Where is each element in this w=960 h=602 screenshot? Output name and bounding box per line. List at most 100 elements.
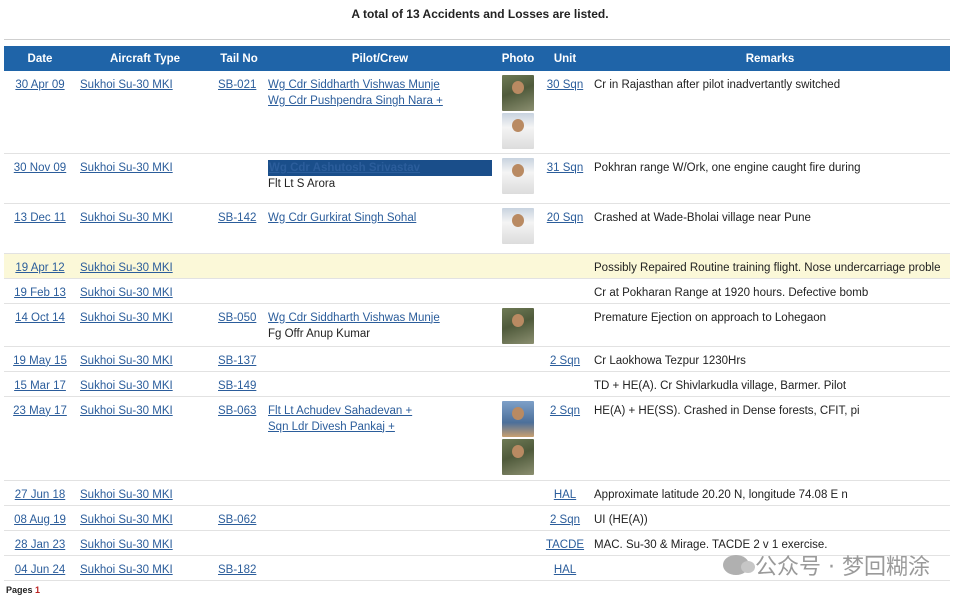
- crew-member[interactable]: Wg Cdr Pushpendra Singh Nara +: [268, 93, 492, 109]
- photo-cell: [496, 480, 540, 506]
- aircraft-link[interactable]: Sukhoi Su-30 MKI: [80, 489, 173, 501]
- accidents-table: Date Aircraft Type Tail No Pilot/Crew Ph…: [4, 46, 950, 581]
- photo-cell: [496, 278, 540, 304]
- crew-cell: [264, 371, 496, 397]
- unit-link[interactable]: TACDE: [546, 539, 584, 551]
- remarks-link: Crashed at Wade-Bholai village near Pune: [594, 211, 811, 224]
- col-header-remarks[interactable]: Remarks: [590, 46, 950, 71]
- tail-cell: [214, 530, 264, 556]
- crew-member[interactable]: Flt Lt Achudev Sahadevan +: [268, 403, 492, 419]
- col-header-tail[interactable]: Tail No: [214, 46, 264, 71]
- aircraft-link[interactable]: Sukhoi Su-30 MKI: [80, 212, 173, 224]
- tail-cell: SB-142: [214, 203, 264, 254]
- date-cell: 27 Jun 18: [4, 480, 76, 506]
- aircraft-link[interactable]: Sukhoi Su-30 MKI: [80, 380, 173, 392]
- watermark-text: 公众号 · 梦回糊涂: [755, 555, 930, 580]
- unit-link[interactable]: 30 Sqn: [547, 79, 583, 91]
- table-header-row: Date Aircraft Type Tail No Pilot/Crew Ph…: [4, 46, 950, 71]
- date-cell: 28 Jan 23: [4, 530, 76, 556]
- date-link[interactable]: 13 Dec 11: [14, 212, 66, 224]
- aircraft-link[interactable]: Sukhoi Su-30 MKI: [80, 539, 173, 551]
- unit-link[interactable]: 2 Sqn: [550, 355, 580, 367]
- remarks-link: Premature Ejection on approach to Lohega…: [594, 311, 827, 324]
- crew-member[interactable]: Sqn Ldr Divesh Pankaj +: [268, 419, 492, 435]
- date-link[interactable]: 30 Nov 09: [14, 162, 66, 174]
- pilot-photo[interactable]: [502, 157, 534, 194]
- crew-cell: [264, 530, 496, 556]
- col-header-photo[interactable]: Photo: [496, 46, 540, 71]
- page-number[interactable]: 1: [35, 585, 40, 595]
- unit-cell: 2 Sqn: [540, 505, 590, 531]
- date-link[interactable]: 14 Oct 14: [15, 312, 65, 324]
- unit-cell: 30 Sqn: [540, 71, 590, 154]
- aircraft-link[interactable]: Sukhoi Su-30 MKI: [80, 514, 173, 526]
- crew-member[interactable]: Wg Cdr Siddharth Vishwas Munje: [268, 310, 492, 326]
- tail-link[interactable]: SB-142: [218, 212, 256, 224]
- remarks-cell: TD + HE(A). Cr Shivlarkudla village, Bar…: [590, 371, 950, 397]
- remarks-link: HE(A) + HE(SS). Crashed in Dense forests…: [594, 404, 860, 417]
- photo-cell: [496, 153, 540, 204]
- col-header-aircraft[interactable]: Aircraft Type: [76, 46, 214, 71]
- photo-cell: [496, 371, 540, 397]
- crew-member[interactable]: Wg Cdr Gurkirat Singh Sohal: [268, 210, 492, 226]
- date-cell: 19 May 15: [4, 346, 76, 372]
- date-link[interactable]: 19 May 15: [13, 355, 67, 367]
- aircraft-link[interactable]: Sukhoi Su-30 MKI: [80, 355, 173, 367]
- pilot-photo[interactable]: [502, 207, 534, 244]
- tail-cell: [214, 253, 264, 279]
- aircraft-link[interactable]: Sukhoi Su-30 MKI: [80, 287, 173, 299]
- pilot-face: [512, 406, 524, 420]
- tail-link[interactable]: SB-149: [218, 380, 256, 392]
- pilot-photo[interactable]: [502, 438, 534, 475]
- unit-cell: 31 Sqn: [540, 153, 590, 204]
- aircraft-link[interactable]: Sukhoi Su-30 MKI: [80, 162, 173, 174]
- tail-link[interactable]: SB-062: [218, 514, 256, 526]
- unit-link[interactable]: 31 Sqn: [547, 162, 583, 174]
- aircraft-cell: Sukhoi Su-30 MKI: [76, 203, 214, 254]
- date-link[interactable]: 28 Jan 23: [15, 539, 66, 551]
- aircraft-link[interactable]: Sukhoi Su-30 MKI: [80, 312, 173, 324]
- date-link[interactable]: 19 Apr 12: [15, 262, 64, 274]
- unit-cell: 20 Sqn: [540, 203, 590, 254]
- tail-link[interactable]: SB-050: [218, 312, 256, 324]
- date-link[interactable]: 15 Mar 17: [14, 380, 66, 392]
- pilot-photo[interactable]: [502, 307, 534, 344]
- unit-link[interactable]: 2 Sqn: [550, 514, 580, 526]
- unit-link[interactable]: HAL: [554, 489, 576, 501]
- crew-member[interactable]: Wg Cdr Siddharth Vishwas Munje: [268, 77, 492, 93]
- tail-link[interactable]: SB-137: [218, 355, 256, 367]
- date-link[interactable]: 08 Aug 19: [14, 514, 66, 526]
- date-link[interactable]: 23 May 17: [13, 405, 67, 417]
- date-cell: 04 Jun 24: [4, 555, 76, 581]
- tail-link[interactable]: SB-021: [218, 79, 256, 91]
- unit-link[interactable]: 20 Sqn: [547, 212, 583, 224]
- aircraft-link[interactable]: Sukhoi Su-30 MKI: [80, 564, 173, 576]
- remarks-link: TD + HE(A). Cr Shivlarkudla village, Bar…: [594, 379, 847, 392]
- crew-member[interactable]: Wg Cdr Ashutosh Srivastav: [268, 159, 492, 176]
- unit-link[interactable]: HAL: [554, 564, 576, 576]
- date-cell: 23 May 17: [4, 396, 76, 481]
- date-link[interactable]: 19 Feb 13: [14, 287, 66, 299]
- crew-cell: Flt Lt Achudev Sahadevan + Sqn Ldr Divesh…: [264, 396, 496, 481]
- unit-cell: HAL: [540, 480, 590, 506]
- col-header-date[interactable]: Date: [4, 46, 76, 71]
- crew-cell: [264, 555, 496, 581]
- tail-link[interactable]: SB-063: [218, 405, 256, 417]
- aircraft-link[interactable]: Sukhoi Su-30 MKI: [80, 262, 173, 274]
- date-link[interactable]: 30 Apr 09: [15, 79, 64, 91]
- col-header-unit[interactable]: Unit: [540, 46, 590, 71]
- pilot-photo[interactable]: [502, 400, 534, 437]
- photo-cell: [496, 505, 540, 531]
- pilot-photo[interactable]: [502, 75, 534, 111]
- unit-link[interactable]: 2 Sqn: [550, 405, 580, 417]
- aircraft-link[interactable]: Sukhoi Su-30 MKI: [80, 79, 173, 91]
- table-row: 19 Feb 13 Sukhoi Su-30 MKI Cr at Pokharan …: [4, 278, 950, 304]
- aircraft-link[interactable]: Sukhoi Su-30 MKI: [80, 405, 173, 417]
- date-link[interactable]: 27 Jun 18: [15, 489, 66, 501]
- tail-link[interactable]: SB-182: [218, 564, 256, 576]
- table-row: 13 Dec 11 Sukhoi Su-30 MKI SB-142 Wg Cdr Gu…: [4, 203, 950, 254]
- col-header-crew[interactable]: Pilot/Crew: [264, 46, 496, 71]
- pilot-photo[interactable]: [502, 113, 534, 149]
- crew-cell: [264, 505, 496, 531]
- date-link[interactable]: 04 Jun 24: [15, 564, 66, 576]
